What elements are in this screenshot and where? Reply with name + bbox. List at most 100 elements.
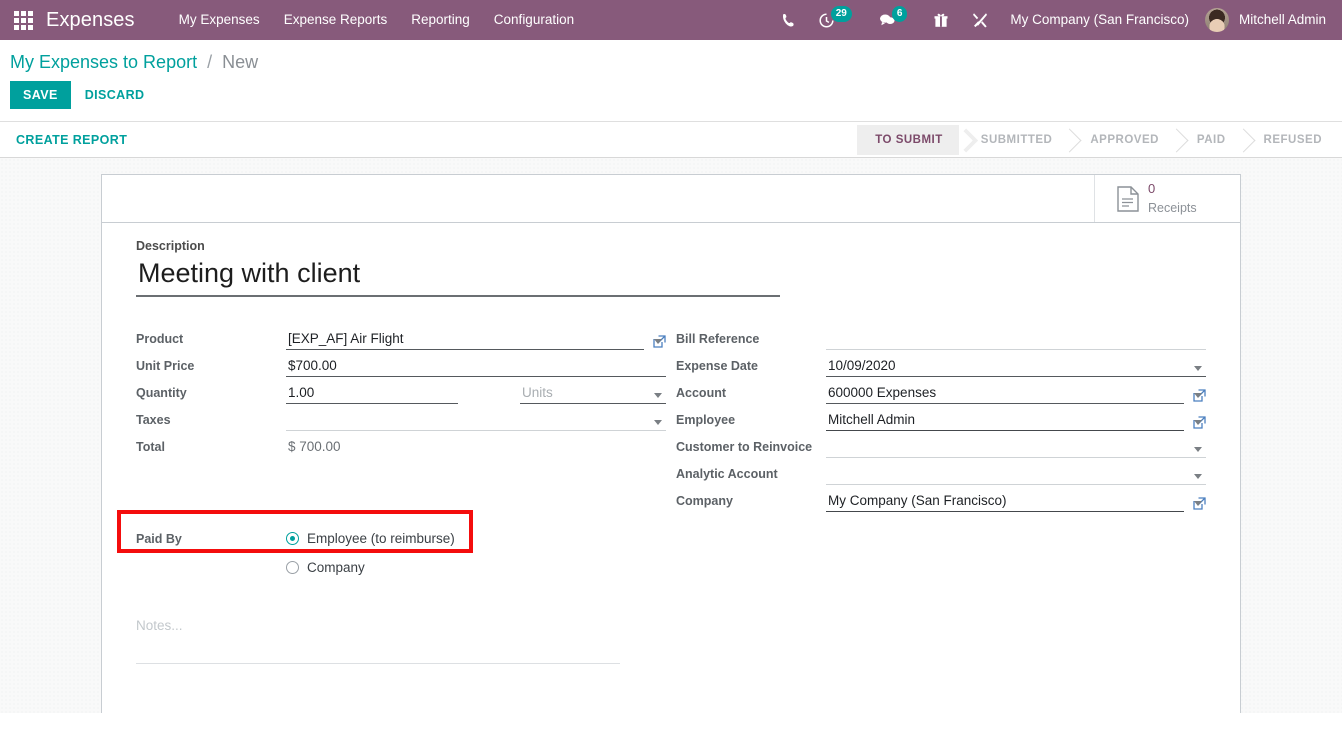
form-sheet: 0 Receipts Description Product [101,174,1241,713]
receipts-label: Receipts [1148,200,1197,215]
field-columns: Product Unit Price [117,323,1206,664]
total-label: Total [136,440,165,454]
paid-by-option-company-row: Company [136,553,666,582]
menu-expense-reports[interactable]: Expense Reports [272,0,400,40]
right-field-group: Bill Reference Expense Date Accou [676,323,1206,664]
radio-option-company[interactable]: Company [286,560,365,575]
analytic-account-input[interactable] [826,464,1206,485]
quantity-label: Quantity [136,386,187,400]
description-input[interactable] [136,257,780,297]
stage-submitted[interactable]: SUBMITTED [958,124,1069,155]
receipts-count: 0 [1148,181,1156,197]
unit-price-input[interactable] [286,356,666,377]
field-bill-reference: Bill Reference [676,323,1206,350]
taxes-label: Taxes [136,413,171,427]
paid-by-option-employee-row: Paid By Employee (to reimburse) [136,524,666,553]
navbar-systray: 29 6 My Company (San Francisco) Mitchell… [770,0,1342,40]
employee-label: Employee [676,413,736,427]
field-employee: Employee [676,404,1206,431]
app-brand-title[interactable]: Expenses [46,9,135,32]
taxes-input[interactable] [286,410,666,431]
tools-icon[interactable] [960,0,1000,40]
stage-approved[interactable]: APPROVED [1068,124,1175,155]
save-button[interactable]: SAVE [10,81,71,109]
record-action-buttons: SAVE DISCARD [0,73,1342,121]
menu-configuration[interactable]: Configuration [482,0,586,40]
form-content-area: 0 Receipts Description Product [0,158,1342,713]
chevron-down-icon[interactable] [1194,366,1202,371]
customer-to-reinvoice-label: Customer to Reinvoice [676,440,813,454]
menu-my-expenses[interactable]: My Expenses [167,0,272,40]
company-input[interactable] [826,491,1184,512]
field-expense-date: Expense Date [676,350,1206,377]
messages-icon[interactable]: 6 [867,0,923,40]
receipts-stat-button[interactable]: 0 Receipts [1094,175,1240,222]
field-account: Account [676,377,1206,404]
expense-date-input[interactable] [826,356,1206,377]
paid-by-group: Paid By Employee (to reimburse) Company [117,510,666,582]
phone-icon[interactable] [770,0,807,40]
navbar-username[interactable]: Mitchell Admin [1229,0,1336,40]
field-taxes: Taxes [136,404,666,431]
discard-button[interactable]: DISCARD [71,81,159,109]
statusbar-row: CREATE REPORT TO SUBMIT SUBMITTED APPROV… [0,122,1342,158]
field-analytic-account: Analytic Account [676,458,1206,485]
chevron-down-icon[interactable] [1194,447,1202,452]
notes-input[interactable]: Notes... [136,616,620,664]
product-input[interactable] [286,329,644,350]
bill-reference-input[interactable] [826,329,1206,350]
navbar-company[interactable]: My Company (San Francisco) [1000,0,1199,40]
field-customer-to-reinvoice: Customer to Reinvoice [676,431,1206,458]
employee-input[interactable] [826,410,1184,431]
activity-badge: 29 [830,6,852,22]
radio-option-employee[interactable]: Employee (to reimburse) [286,531,455,546]
customer-to-reinvoice-input[interactable] [826,437,1206,458]
quantity-input[interactable] [286,383,458,404]
account-input[interactable] [826,383,1184,404]
bill-reference-label: Bill Reference [676,332,760,346]
chevron-down-icon[interactable] [654,339,662,344]
description-label: Description [136,239,205,253]
unit-price-label: Unit Price [136,359,195,373]
notes-group: Notes... [136,616,666,664]
avatar[interactable] [1204,8,1229,32]
control-panel: My Expenses to Report / New SAVE DISCARD [0,40,1342,122]
radio-unselected-icon[interactable] [286,561,299,574]
breadcrumb-root-link[interactable]: My Expenses to Report [10,52,197,72]
company-label: Company [676,494,733,508]
uom-input[interactable] [520,383,666,404]
chevron-down-icon[interactable] [654,393,662,398]
top-navbar: Expenses My Expenses Expense Reports Rep… [0,0,1342,40]
document-icon [1117,185,1139,212]
analytic-account-label: Analytic Account [676,467,778,481]
expense-date-label: Expense Date [676,359,758,373]
total-value: $ 700.00 [288,439,341,454]
breadcrumb-separator: / [207,52,213,72]
field-unit-price: Unit Price [136,350,666,377]
product-label: Product [136,332,184,346]
gift-icon[interactable] [922,0,960,40]
field-total: Total $ 700.00 [136,431,666,458]
field-company: Company [676,485,1206,512]
stage-to-submit[interactable]: TO SUBMIT [857,124,959,155]
menu-reporting[interactable]: Reporting [399,0,482,40]
breadcrumb: My Expenses to Report / New [0,40,1342,73]
chevron-down-icon[interactable] [1194,501,1202,506]
chevron-down-icon[interactable] [1194,474,1202,479]
chevron-down-icon[interactable] [1194,393,1202,398]
left-field-group: Product Unit Price [117,323,666,664]
chevron-down-icon[interactable] [654,420,662,425]
apps-grid-icon[interactable] [0,0,46,40]
radio-selected-icon[interactable] [286,532,299,545]
breadcrumb-current: New [222,52,259,72]
stage-refused[interactable]: REFUSED [1241,124,1338,155]
activity-clock-icon[interactable]: 29 [807,0,867,40]
radio-employee-label: Employee (to reimburse) [307,531,455,546]
field-quantity: Quantity [136,377,666,404]
messages-badge: 6 [891,6,908,22]
radio-company-label: Company [307,560,365,575]
account-label: Account [676,386,726,400]
description-group: Description [136,239,1206,297]
chevron-down-icon[interactable] [1194,420,1202,425]
create-report-button[interactable]: CREATE REPORT [16,133,127,147]
